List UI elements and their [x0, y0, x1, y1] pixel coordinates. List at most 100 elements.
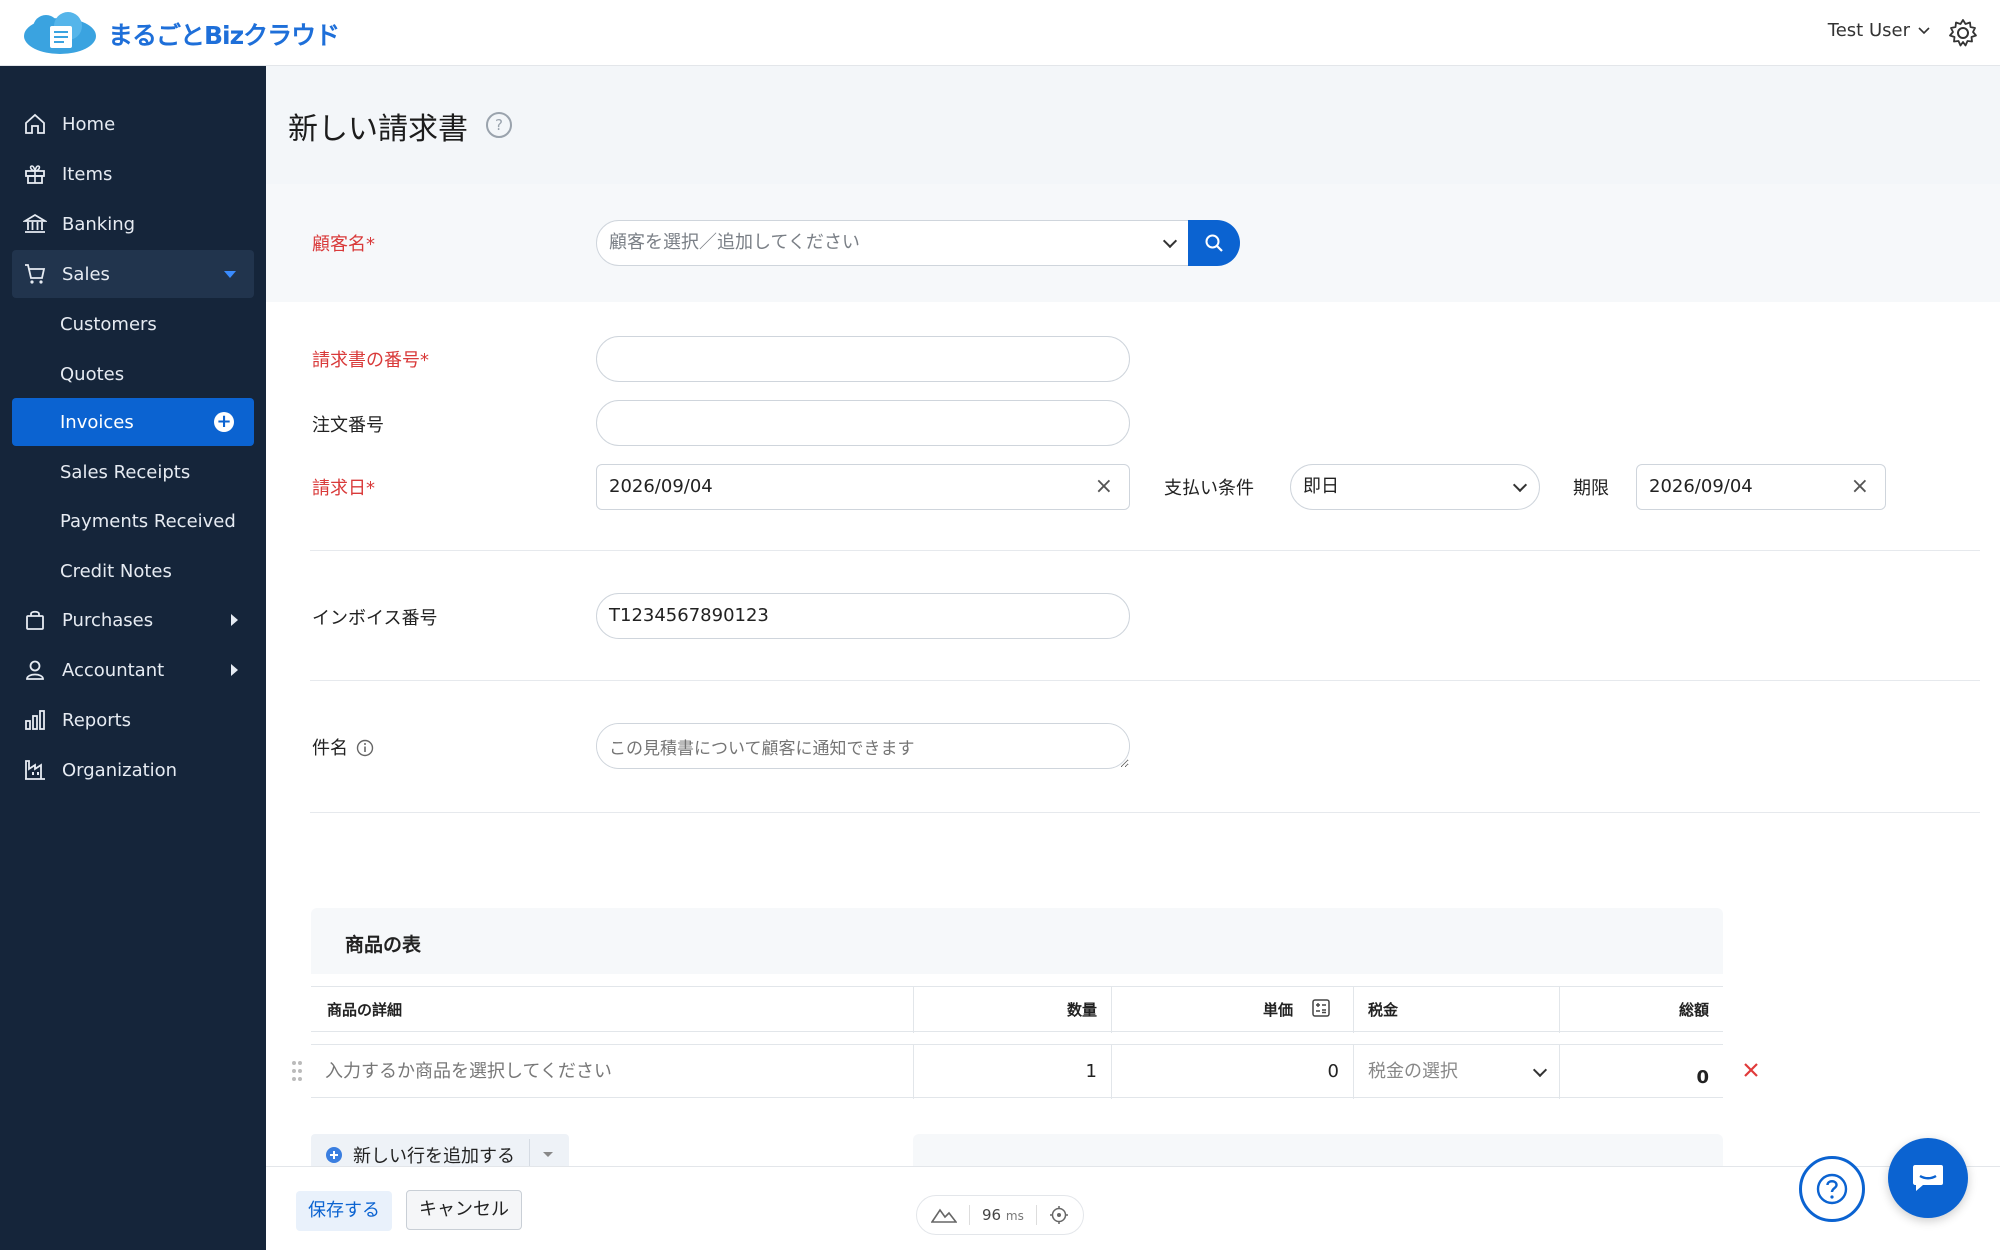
invoice-number-label: 請求書の番号*: [312, 350, 429, 371]
page-header: 新しい請求書 ?: [266, 66, 2000, 184]
person-icon: [22, 657, 48, 683]
info-icon[interactable]: [356, 739, 374, 757]
subject-label-text: 件名: [312, 738, 348, 759]
payment-terms-value: 即日: [1303, 476, 1339, 497]
bar-chart-icon: [22, 707, 48, 733]
add-invoice-icon[interactable]: +: [214, 412, 234, 432]
order-number-input[interactable]: [596, 400, 1130, 446]
rate-input[interactable]: 0: [1111, 1045, 1353, 1099]
invoice-date-input[interactable]: 2026/09/04 ×: [596, 464, 1130, 510]
order-number-label: 注文番号: [312, 415, 384, 436]
caret-right-icon: [231, 664, 238, 676]
sidebar-item-label: Payments Received: [60, 510, 236, 532]
sidebar-item-payments-received[interactable]: Payments Received: [12, 497, 254, 545]
user-menu[interactable]: Test User: [1828, 20, 1930, 41]
help-fab-button[interactable]: [1799, 1156, 1865, 1222]
delete-row-icon[interactable]: [1743, 1062, 1759, 1078]
cloud-logo-icon: [24, 12, 96, 54]
gift-icon: [22, 161, 48, 187]
bag-icon: [22, 607, 48, 633]
sidebar-item-accountant[interactable]: Accountant: [12, 646, 254, 694]
perf-value: 96 ms: [982, 1206, 1024, 1224]
sidebar-item-label: Sales: [62, 263, 110, 285]
column-header-tax: 税金: [1353, 987, 1559, 1033]
save-button[interactable]: 保存する: [296, 1191, 392, 1231]
sidebar-item-sales-receipts[interactable]: Sales Receipts: [12, 448, 254, 496]
amount-value: 0: [1559, 1045, 1723, 1099]
customer-select[interactable]: 顧客を選択／追加してください: [596, 220, 1190, 266]
main-content: 新しい請求書 ? 顧客名* 顧客を選択／追加してください 請求書の番号* 注文番…: [266, 66, 2000, 1250]
chat-fab-button[interactable]: [1888, 1138, 1968, 1218]
sidebar-item-label: Home: [62, 113, 116, 135]
sidebar-item-sales[interactable]: Sales: [12, 250, 254, 298]
sidebar-item-label: Banking: [62, 213, 136, 235]
divider: [1035, 1205, 1037, 1225]
sidebar-item-banking[interactable]: Banking: [12, 200, 254, 248]
bottom-action-bar: 保存する キャンセル 96 ms: [266, 1166, 2000, 1250]
items-table-header: 商品の表: [311, 908, 1723, 974]
column-header-quantity: 数量: [913, 987, 1111, 1033]
tax-placeholder: 税金の選択: [1368, 1061, 1458, 1082]
plus-circle-icon: [326, 1147, 342, 1163]
divider: [310, 812, 1980, 813]
sidebar-item-credit-notes[interactable]: Credit Notes: [12, 547, 254, 595]
table-row: 入力するか商品を選択してください 1 0 税金の選択 0: [311, 1044, 1723, 1099]
due-date-value: 2026/09/04: [1649, 476, 1753, 497]
registration-number-label: インボイス番号: [312, 608, 438, 629]
divider: [969, 1205, 970, 1225]
column-header-amount: 総額: [1559, 987, 1723, 1033]
subject-textarea[interactable]: [596, 723, 1130, 769]
sidebar-item-reports[interactable]: Reports: [12, 696, 254, 744]
performance-indicator: 96 ms: [916, 1195, 1084, 1235]
invoice-date-label: 請求日*: [312, 478, 375, 499]
page-title: 新しい請求書: [288, 112, 468, 147]
item-details-input[interactable]: 入力するか商品を選択してください: [311, 1045, 913, 1099]
quantity-input[interactable]: 1: [913, 1045, 1111, 1099]
caret-down-icon[interactable]: [542, 1151, 554, 1159]
tax-select[interactable]: 税金の選択: [1353, 1045, 1559, 1099]
sidebar-item-label: Accountant: [62, 659, 165, 681]
sidebar-item-label: Quotes: [60, 363, 125, 385]
help-icon[interactable]: ?: [486, 112, 512, 138]
column-header-item-details: 商品の詳細: [327, 1001, 403, 1019]
customer-label: 顧客名*: [312, 234, 375, 255]
due-date-input[interactable]: 2026/09/04 ×: [1636, 464, 1886, 510]
chevron-down-icon: [1162, 233, 1178, 249]
sidebar-item-label: Customers: [60, 313, 157, 335]
gear-icon[interactable]: [1948, 18, 1978, 48]
sidebar-item-label: Credit Notes: [60, 560, 172, 582]
invoice-date-value: 2026/09/04: [609, 476, 713, 497]
chevron-down-icon: [1918, 26, 1930, 34]
chevron-down-icon: [1532, 1062, 1548, 1078]
sidebar-item-invoices[interactable]: Invoices +: [12, 398, 254, 446]
mountain-icon: [931, 1208, 957, 1223]
sidebar-item-customers[interactable]: Customers: [12, 300, 254, 348]
question-circle-icon: [1816, 1173, 1848, 1205]
invoice-number-input[interactable]: [596, 336, 1130, 382]
payment-terms-select[interactable]: 即日: [1290, 464, 1540, 510]
customer-placeholder: 顧客を選択／追加してください: [609, 232, 860, 253]
caret-right-icon: [231, 614, 238, 626]
sidebar-item-organization[interactable]: Organization: [12, 746, 254, 794]
crosshair-icon[interactable]: [1049, 1205, 1069, 1225]
sidebar: Home Items Banking Sales Customers Quote…: [0, 66, 266, 1250]
payment-terms-label: 支払い条件: [1164, 478, 1254, 499]
customer-search-button[interactable]: [1188, 220, 1240, 266]
calculator-icon[interactable]: [1311, 998, 1331, 1018]
sidebar-item-label: Sales Receipts: [60, 461, 191, 483]
sidebar-item-quotes[interactable]: Quotes: [12, 350, 254, 398]
clear-due-date-icon[interactable]: ×: [1851, 465, 1869, 509]
cart-icon: [22, 261, 48, 287]
sidebar-item-purchases[interactable]: Purchases: [12, 596, 254, 644]
bank-icon: [22, 211, 48, 237]
chat-bubble-icon: [1913, 1165, 1943, 1191]
drag-handle-icon[interactable]: [291, 1060, 303, 1082]
app-logo[interactable]: まるごとBizクラウド: [22, 12, 340, 56]
logo-text: まるごとBizクラウド: [108, 21, 340, 50]
clear-date-icon[interactable]: ×: [1095, 465, 1113, 509]
sidebar-item-items[interactable]: Items: [12, 150, 254, 198]
registration-number-input[interactable]: T1234567890123: [596, 593, 1130, 639]
cancel-button[interactable]: キャンセル: [406, 1190, 522, 1230]
due-date-label: 期限: [1573, 478, 1609, 499]
sidebar-item-home[interactable]: Home: [12, 100, 254, 148]
